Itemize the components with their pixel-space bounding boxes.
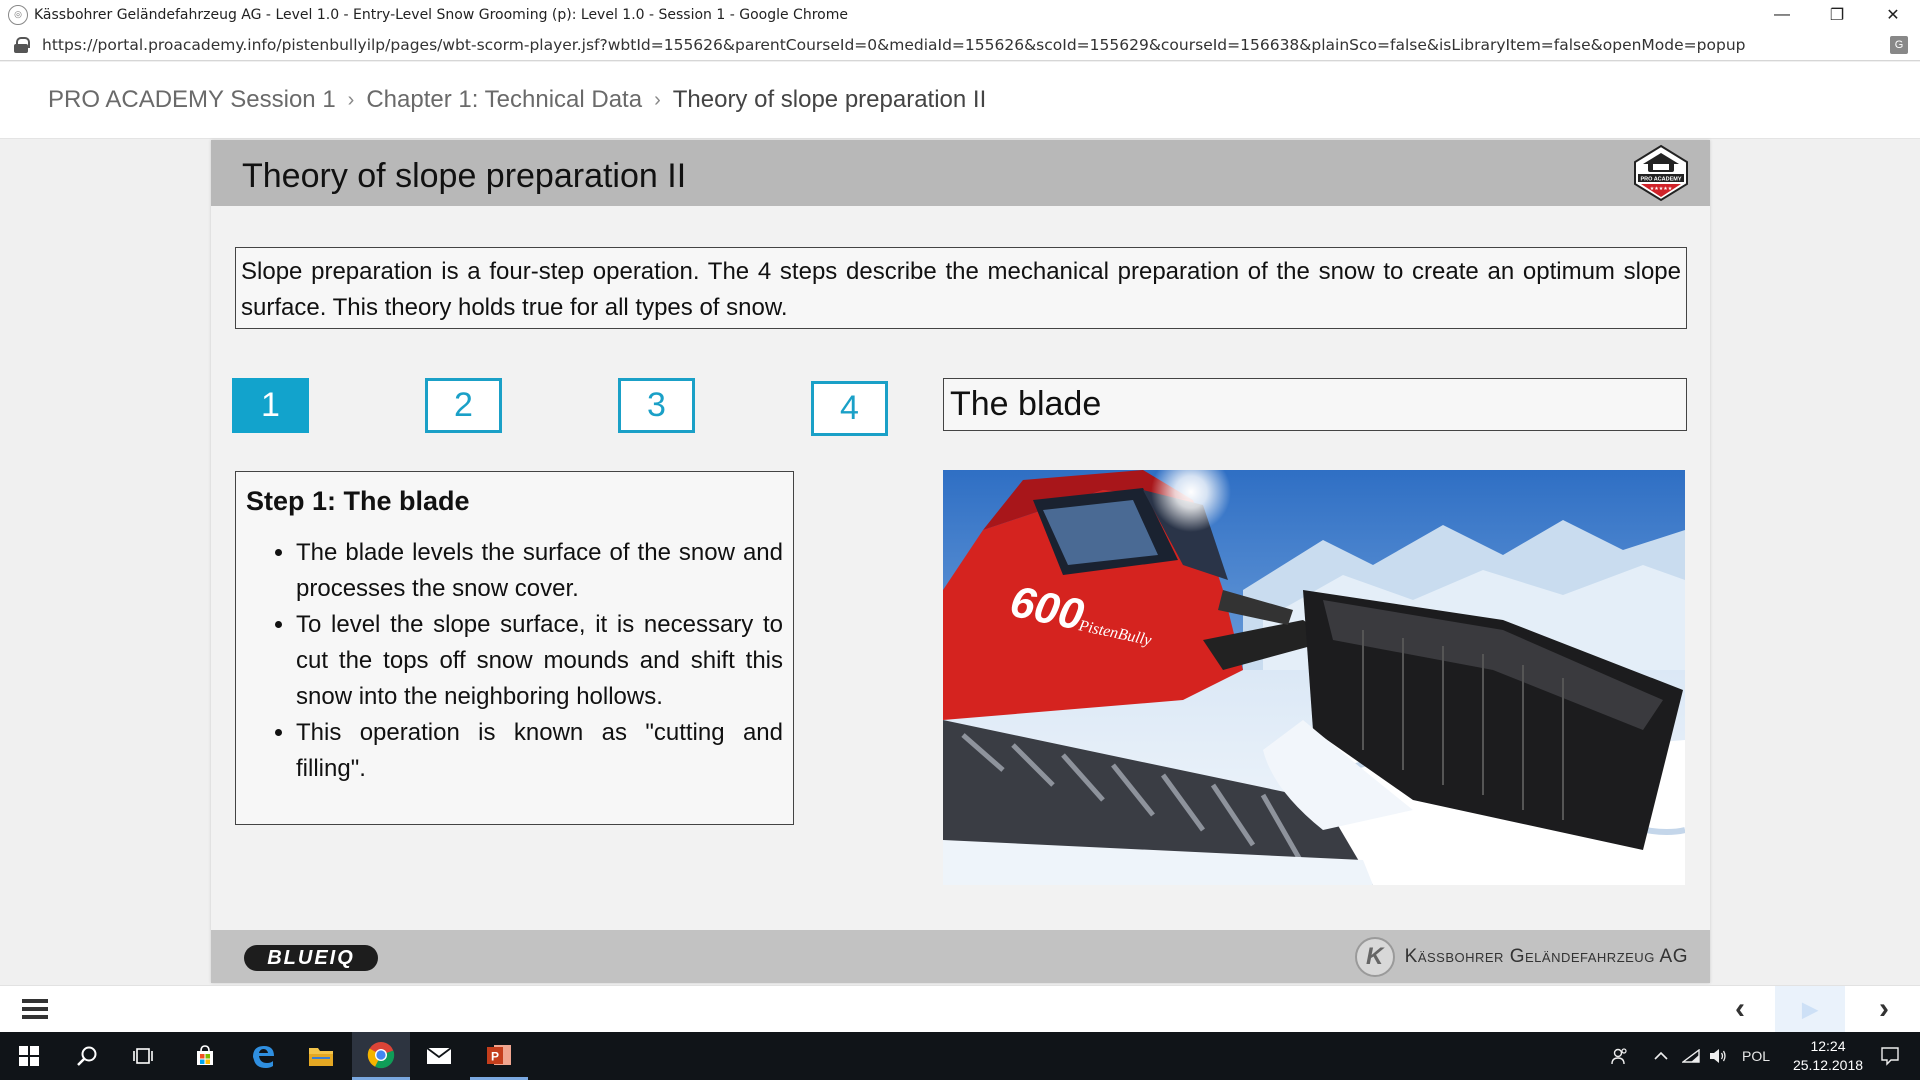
volume-icon[interactable] (1705, 1032, 1731, 1080)
player-controls: ‹ ▶ › (0, 985, 1920, 1032)
slide-title: Theory of slope preparation II (242, 157, 687, 195)
restore-button[interactable]: ❐ (1810, 0, 1864, 29)
list-item: The blade levels the surface of the snow… (296, 535, 783, 607)
breadcrumb-item-session[interactable]: PRO ACADEMY Session 1 (48, 86, 336, 114)
window-title-bar: ◎ Kässbohrer Geländefahrzeug AG - Level … (0, 0, 1920, 29)
powerpoint-icon[interactable]: P (470, 1032, 528, 1080)
mail-icon[interactable] (410, 1032, 468, 1080)
people-icon[interactable] (1606, 1032, 1634, 1080)
company-name: Kässbohrer Geländefahrzeug AG (1404, 946, 1688, 967)
clock-time: 12:24 (1810, 1038, 1846, 1054)
windows-taskbar: P POL 12:24 25.12.2018 (0, 1032, 1920, 1080)
window-title: Kässbohrer Geländefahrzeug AG - Level 1.… (34, 6, 848, 23)
step-bullet-list: The blade levels the surface of the snow… (246, 535, 783, 787)
minimize-button[interactable]: — (1755, 0, 1809, 29)
breadcrumb: PRO ACADEMY Session 1 › Chapter 1: Techn… (0, 62, 1920, 139)
file-explorer-icon[interactable] (292, 1032, 350, 1080)
chevron-up-icon[interactable] (1648, 1032, 1674, 1080)
clock-date: 25.12.2018 (1792, 1057, 1864, 1073)
list-item: To level the slope surface, it is necess… (296, 607, 783, 715)
slide-footer: BLUEIQ K Kässbohrer Geländefahrzeug AG (211, 930, 1710, 983)
chrome-icon[interactable] (352, 1032, 410, 1080)
list-item: This operation is known as "cutting and … (296, 715, 783, 787)
store-icon[interactable] (176, 1032, 234, 1080)
input-language[interactable]: POL (1734, 1032, 1778, 1080)
breadcrumb-separator: › (654, 88, 661, 111)
edge-browser-icon[interactable] (234, 1032, 292, 1080)
svg-text:P: P (491, 1049, 499, 1063)
pro-academy-logo-icon: PRO ACADEMY ★★★★★ (1634, 144, 1688, 202)
kaessbohrer-k-icon: K (1354, 937, 1395, 977)
close-window-button[interactable]: ✕ (1866, 0, 1920, 29)
intro-text: Slope preparation is a four-step operati… (235, 247, 1687, 329)
breadcrumb-item-chapter[interactable]: Chapter 1: Technical Data (366, 86, 642, 114)
svg-text:★★★★★: ★★★★★ (1650, 186, 1673, 192)
notifications-icon[interactable] (1866, 1032, 1914, 1080)
logo-text: PRO ACADEMY (1640, 177, 1681, 183)
previous-button[interactable]: ‹ (1705, 986, 1775, 1032)
snow-groomer-photo: 600 PistenBully (943, 470, 1685, 885)
network-icon[interactable] (1678, 1032, 1704, 1080)
breadcrumb-separator: › (347, 88, 355, 111)
step-button-1[interactable]: 1 (232, 378, 309, 433)
step-button-4[interactable]: 4 (811, 381, 888, 436)
kaessbohrer-logo: K Kässbohrer Geländefahrzeug AG (1354, 937, 1688, 977)
search-icon[interactable] (58, 1032, 116, 1080)
system-clock[interactable]: 12:24 25.12.2018 (1788, 1037, 1868, 1075)
step-heading: The blade (943, 378, 1687, 431)
address-bar[interactable]: https://portal.proacademy.info/pistenbul… (0, 29, 1920, 61)
step-button-2[interactable]: 2 (425, 378, 502, 433)
site-favicon-icon: ◎ (8, 4, 28, 25)
menu-icon[interactable] (22, 996, 48, 1022)
step-content-box: Step 1: The blade The blade levels the s… (235, 471, 794, 825)
slide-header: Theory of slope preparation II PRO ACADE… (211, 140, 1710, 206)
step-button-3[interactable]: 3 (618, 378, 695, 433)
lock-icon[interactable] (14, 36, 30, 53)
slide: Theory of slope preparation II PRO ACADE… (211, 140, 1710, 983)
windows-start-icon[interactable] (0, 1032, 58, 1080)
url-text[interactable]: https://portal.proacademy.info/pistenbul… (42, 36, 1745, 54)
breadcrumb-item-current: Theory of slope preparation II (672, 86, 987, 113)
task-view-icon[interactable] (114, 1032, 172, 1080)
step-content-title: Step 1: The blade (246, 486, 470, 516)
next-button[interactable]: › (1849, 986, 1919, 1032)
play-button[interactable]: ▶ (1775, 986, 1845, 1032)
translate-icon[interactable]: G (1890, 36, 1908, 54)
blueiq-logo: BLUEIQ (244, 945, 378, 971)
